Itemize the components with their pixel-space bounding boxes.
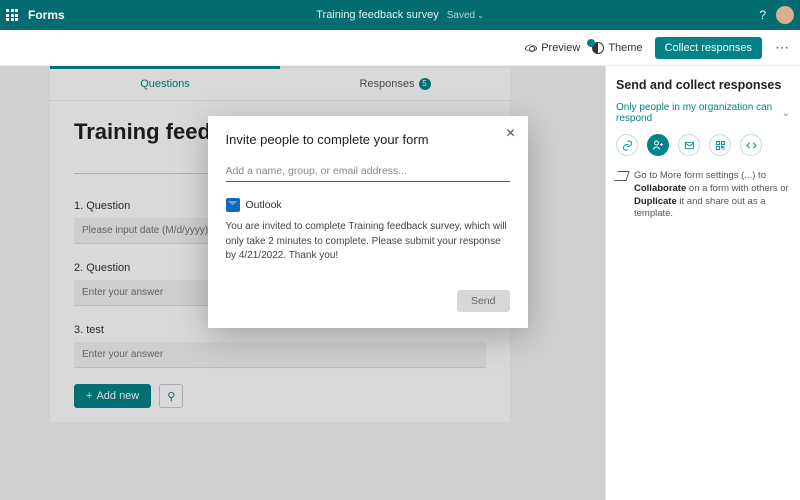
eye-icon: [525, 42, 537, 54]
send-button[interactable]: Send: [457, 290, 510, 312]
save-state: Saved⌄: [447, 10, 484, 21]
tip-text: Go to More form settings (...) to Collab…: [616, 170, 790, 221]
avatar[interactable]: [776, 6, 794, 24]
modal-title: Invite people to complete your form: [226, 132, 510, 147]
invite-modal: ✕ Invite people to complete your form Ou…: [208, 116, 528, 328]
permission-dropdown[interactable]: Only people in my organization can respo…: [616, 102, 790, 124]
chevron-down-icon: ⌄: [782, 108, 790, 119]
preview-button[interactable]: Preview: [525, 42, 580, 54]
theme-button[interactable]: Theme: [592, 42, 642, 54]
share-qr-icon[interactable]: [709, 134, 731, 156]
share-method-row: [616, 134, 790, 156]
megaphone-icon: [614, 171, 629, 181]
chevron-down-icon: ⌄: [477, 11, 484, 20]
share-invite-icon[interactable]: [647, 134, 669, 156]
panel-heading: Send and collect responses: [616, 78, 790, 92]
share-email-icon[interactable]: [678, 134, 700, 156]
collect-responses-button[interactable]: Collect responses: [655, 37, 762, 59]
share-panel: Send and collect responses Only people i…: [605, 66, 800, 500]
more-button[interactable]: ⋯: [774, 39, 790, 56]
top-bar: Forms Training feedback survey Saved⌄ ?: [0, 0, 800, 30]
doc-title: Training feedback survey: [316, 9, 439, 21]
close-icon[interactable]: ✕: [505, 126, 515, 140]
app-name: Forms: [28, 8, 65, 22]
share-link-icon[interactable]: [616, 134, 638, 156]
theme-icon: [592, 42, 604, 54]
invite-message[interactable]: You are invited to complete Training fee…: [226, 220, 510, 264]
app-launcher-icon[interactable]: [6, 9, 18, 21]
modal-scrim[interactable]: ✕ Invite people to complete your form Ou…: [0, 66, 605, 500]
help-icon[interactable]: ?: [759, 8, 766, 22]
share-embed-icon[interactable]: [740, 134, 762, 156]
command-bar: Preview Theme Collect responses ⋯: [0, 30, 800, 66]
invite-input[interactable]: [226, 161, 510, 182]
doc-title-area[interactable]: Training feedback survey Saved⌄: [316, 9, 484, 21]
outlook-icon: [226, 198, 240, 212]
outlook-row: Outlook: [226, 198, 510, 212]
form-canvas: Questions Responses5 Training feedback 1…: [0, 66, 605, 500]
